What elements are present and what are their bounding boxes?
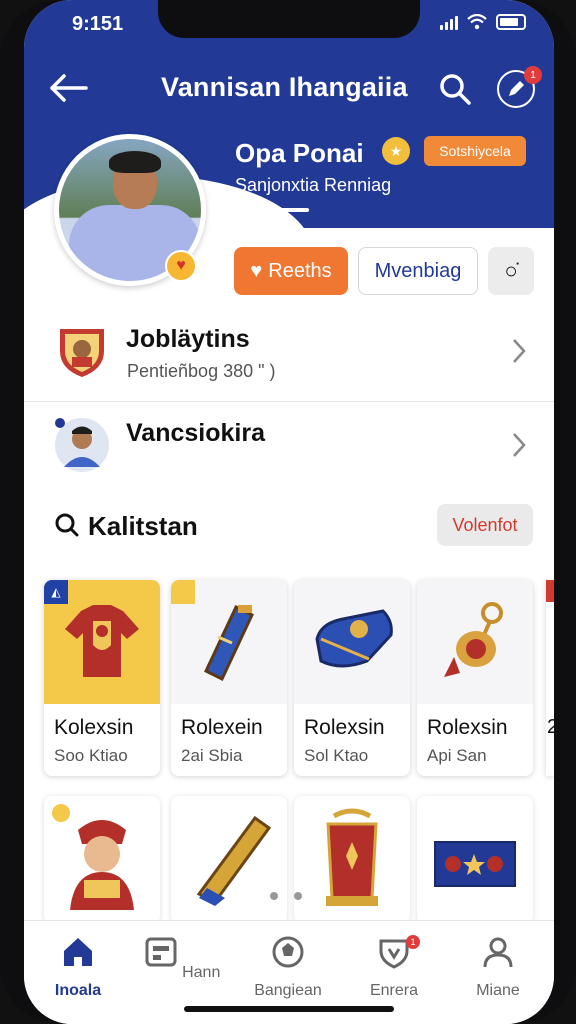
wifi-icon: [467, 14, 487, 30]
product-card[interactable]: Rolexein 2ai Sbia: [171, 580, 287, 776]
shield-icon: [60, 329, 104, 377]
pencil-icon: [509, 81, 524, 96]
nav-label: Enrera: [369, 982, 419, 999]
yellow-corner-icon: [171, 580, 195, 604]
signal-icon: [440, 16, 458, 30]
flag-icon: [434, 841, 516, 887]
nav-item-profile[interactable]: Miane: [458, 935, 538, 1000]
product-card[interactable]: [44, 796, 160, 924]
nav-item-home[interactable]: Inoala: [38, 935, 118, 1000]
avatar-hair: [109, 151, 161, 173]
chevron-right-icon: [513, 433, 526, 457]
notification-badge: 1: [524, 66, 542, 84]
notification-badge: 1: [406, 935, 420, 949]
heart-icon: ♥: [250, 259, 263, 282]
card-title: Rolexsin: [427, 716, 508, 739]
profile-icon: [483, 937, 513, 968]
verified-icon: ★: [382, 137, 410, 165]
pagination-dot[interactable]: [270, 892, 278, 900]
section-title: Kalitstan: [88, 511, 198, 541]
scarf-icon: [204, 604, 254, 682]
card-subtitle: 2ai Sbia: [181, 746, 243, 765]
profile-subtitle: Sanjonxtia Renniag: [235, 175, 392, 195]
pagination-dot[interactable]: [294, 892, 302, 900]
ball-icon: [272, 936, 304, 968]
news-icon: [145, 937, 177, 967]
card-subtitle: Sol Ktao: [304, 746, 369, 765]
profile-name: Opa Ponai: [235, 138, 364, 168]
nav-label: Bangiean: [254, 982, 322, 999]
battery-icon: [496, 14, 526, 30]
device-frame: 9:151 Vannisan Ihangaiia 1 Opa Ponai ★ S…: [0, 0, 576, 1024]
product-card[interactable]: Rolexsin Api San: [417, 580, 533, 776]
partial-card-fragment: 2: [547, 716, 554, 738]
nav-item-match[interactable]: Bangiean: [248, 935, 328, 1000]
keychain-icon: [444, 602, 503, 677]
list-item-title: Jobläytins: [126, 325, 250, 353]
primary-action-label: Reeths: [268, 259, 332, 282]
notch: [158, 0, 420, 38]
status-badge[interactable]: Sotshiycela: [424, 136, 526, 166]
screen: 9:151 Vannisan Ihangaiia 1 Opa Ponai ★ S…: [24, 0, 554, 1024]
search-icon: [55, 513, 79, 537]
nav-label: Hann: [182, 964, 221, 981]
bag-icon: [315, 609, 393, 668]
product-card[interactable]: Rolexsin Sol Ktao: [294, 580, 410, 776]
nav-label: Inoala: [54, 982, 102, 999]
card-subtitle: Soo Ktiao: [54, 746, 128, 765]
home-indicator[interactable]: [184, 1006, 394, 1012]
card-title: Rolexsin: [304, 716, 385, 739]
product-card[interactable]: ◭ Kolexsin Soo Ktiao: [44, 580, 160, 776]
heart-badge-icon: ♥: [165, 250, 197, 282]
status-icons: [440, 14, 526, 30]
list-item[interactable]: Jobläytins Pentieñbog 380 " ): [24, 308, 554, 402]
card-subtitle: Api San: [427, 746, 487, 765]
card-image: [294, 580, 410, 704]
product-card[interactable]: [171, 796, 287, 924]
card-image: [171, 580, 287, 704]
primary-action-button[interactable]: ♥ Reeths: [234, 247, 348, 295]
list-item[interactable]: Vancsiokira: [24, 402, 554, 496]
back-arrow-icon[interactable]: [46, 70, 90, 106]
jersey-icon: [65, 605, 139, 677]
list-item-subtitle: Pentieñbog 380 " ): [127, 361, 276, 381]
product-card[interactable]: [294, 796, 410, 924]
nav-item-news[interactable]: Hann: [142, 935, 222, 982]
secondary-action-button[interactable]: Mvenbiag: [358, 247, 478, 295]
page-title: Vannisan Ihangaiia: [161, 72, 408, 102]
player-avatar-icon: [55, 418, 109, 472]
nav-label: Miane: [476, 982, 520, 999]
more-options-button[interactable]: ○̇: [488, 247, 534, 295]
section-action-button[interactable]: Volenfot: [437, 504, 533, 546]
scroll-icon: [196, 815, 272, 906]
card-title: Rolexein: [181, 716, 263, 739]
card-corner: [546, 580, 554, 602]
home-icon: [64, 938, 92, 966]
nav-item-badge[interactable]: Enrera 1: [354, 935, 434, 1000]
list-item-title: Vancsiokira: [126, 419, 265, 447]
product-card-partial[interactable]: [546, 580, 554, 776]
chevron-right-icon: [513, 339, 526, 363]
pagination-dots[interactable]: [270, 892, 302, 900]
status-time: 9:151: [72, 13, 124, 35]
triangle-corner-icon: ◭: [44, 580, 68, 604]
search-icon[interactable]: [438, 72, 472, 106]
mascot-icon: [70, 820, 134, 910]
trophy-icon: [326, 808, 378, 906]
product-card[interactable]: [417, 796, 533, 924]
card-image: [417, 580, 533, 704]
card-title: Kolexsin: [54, 716, 134, 739]
